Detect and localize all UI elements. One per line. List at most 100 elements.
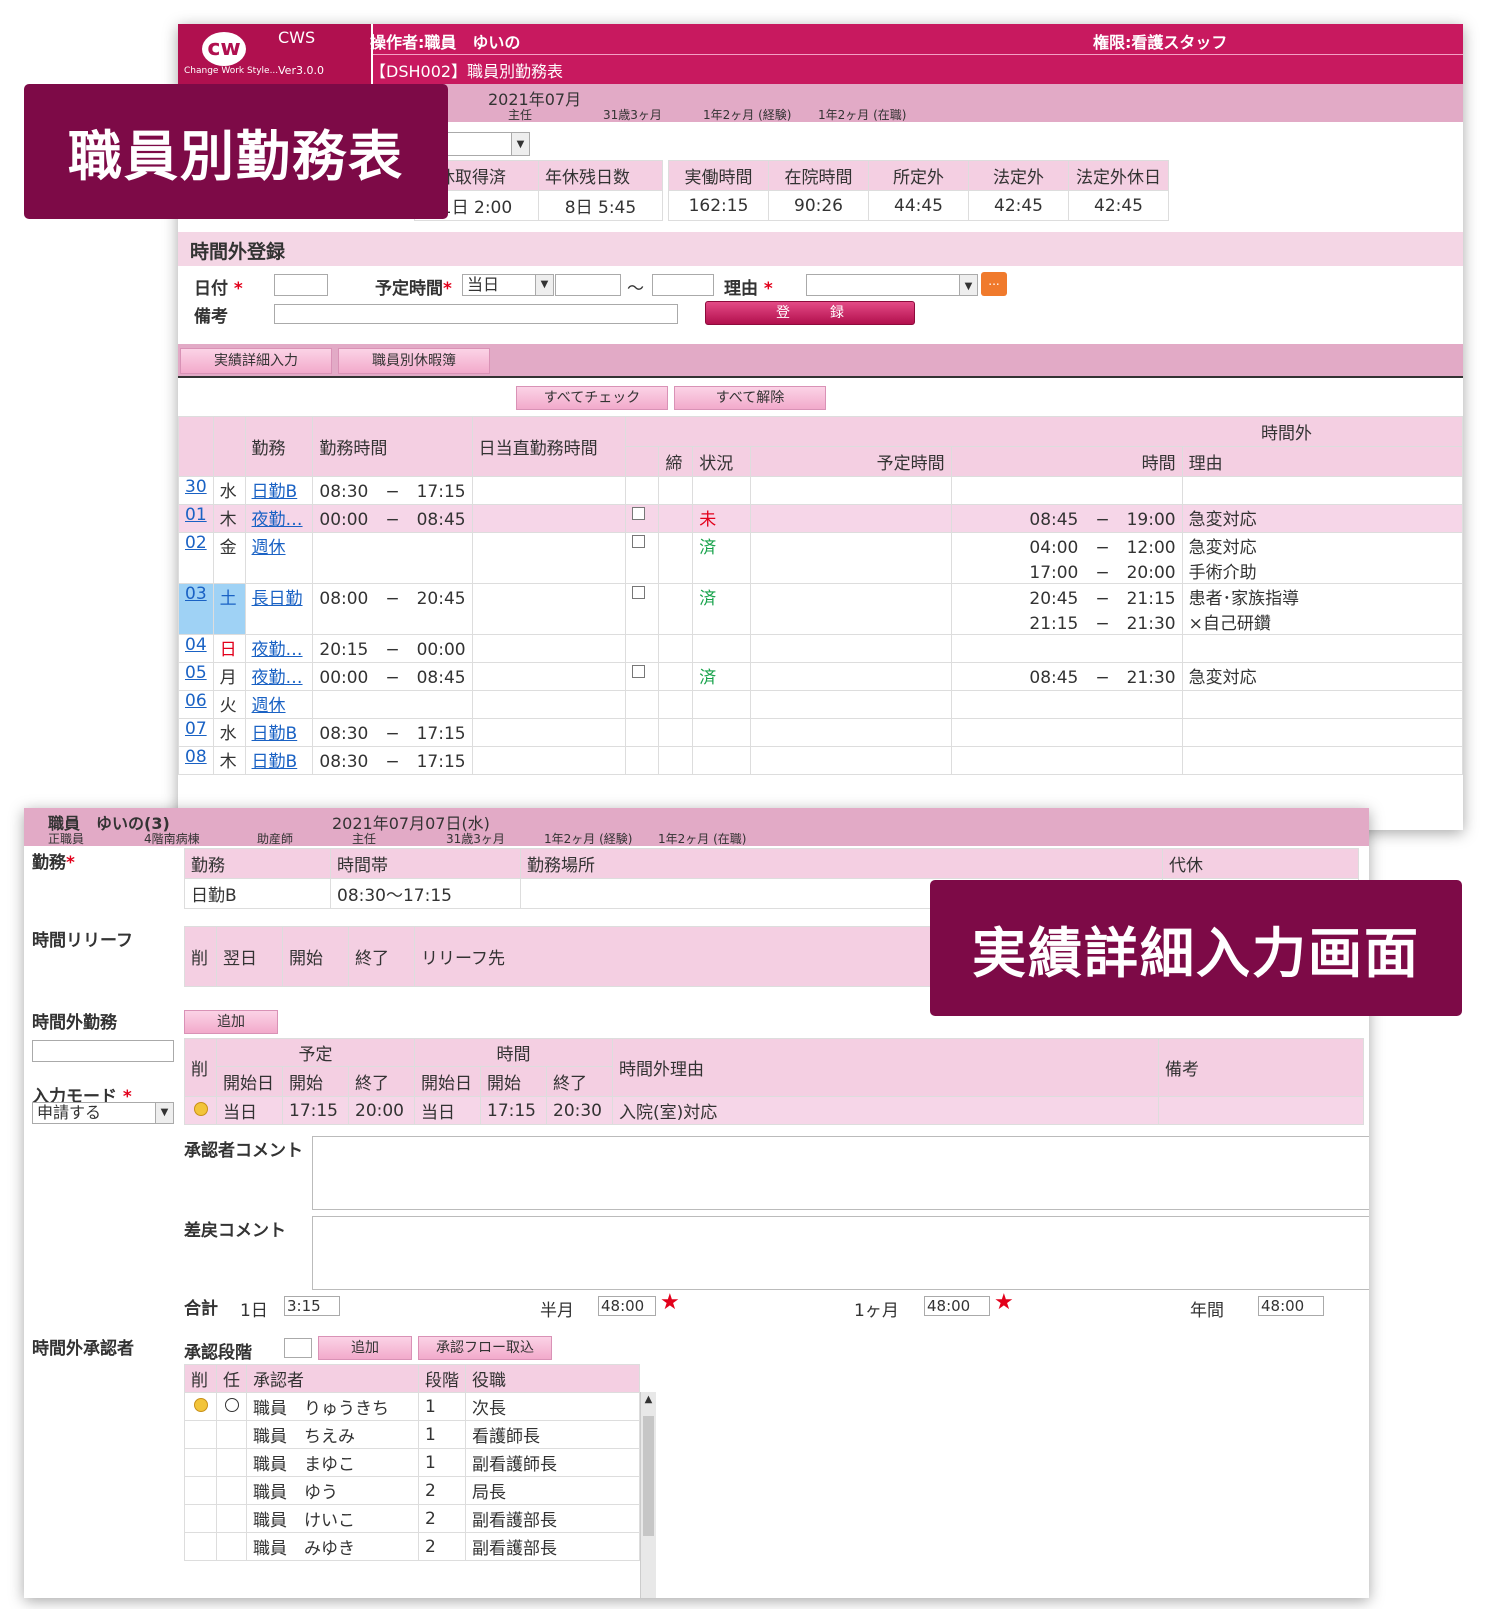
table-row[interactable]: 職員 りゅうきち 1 次長 [184,1392,640,1421]
approver-stage: 2 [418,1532,466,1561]
row-checkbox[interactable] [631,665,645,678]
scroll-thumb[interactable] [643,1416,654,1536]
stat-value: 90:26 [768,190,869,221]
date-link[interactable]: 02 [185,533,207,553]
return-comment-input[interactable] [312,1216,1369,1290]
shift-time: 08:30 − 17:15 [312,746,473,775]
more-options-button[interactable]: ... [981,272,1007,296]
add-overtime-button[interactable]: 追加 [184,1010,278,1034]
col-next-day: 翌日 [216,926,283,987]
date-link[interactable]: 01 [185,505,207,525]
total-year-input[interactable]: 48:00 [1258,1296,1324,1316]
tab-leave-book[interactable]: 職員別休暇簿 [338,348,490,374]
overtime-reason [1181,690,1463,719]
approver-title: 副看護部長 [465,1504,640,1533]
table-row[interactable]: 30 水日勤B 08:30 − 17:15 [178,476,1463,505]
ot-work-input[interactable] [32,1040,174,1062]
table-row[interactable]: 06 火週休 [178,690,1463,719]
shift-link[interactable]: 夜勤… [252,510,303,530]
table-row[interactable]: 02 金週休 済 04:00 − 12:00 17:00 − 20:00 急変対応 手術介助 [178,532,1463,584]
note-input[interactable] [274,304,678,324]
table-row[interactable]: 職員 みゆき 2 副看護部長 [184,1532,640,1561]
date-input[interactable] [274,274,328,296]
overtime-time [950,718,1183,747]
total-day-input[interactable]: 3:15 [284,1296,340,1316]
approver-title: 副看護部長 [465,1532,640,1561]
table-row[interactable]: 職員 まゆこ 1 副看護師長 [184,1448,640,1477]
import-flow-button[interactable]: 承認フロー取込 [418,1336,552,1360]
register-button[interactable]: 登録 [705,301,915,325]
weekday: 水 [212,718,246,747]
table-row[interactable]: 03 土長日勤 08:00 − 20:45 済 20:45 − 21:15 21:15 −… [178,583,1463,635]
shift-link[interactable]: 夜勤… [252,668,303,688]
planned-time-label: 予定時間* [375,279,452,299]
check-all-button[interactable]: すべてチェック [516,386,668,410]
table-row[interactable]: 07 水日勤B 08:30 − 17:15 [178,718,1463,747]
role-label: 権限:看護スタッフ [1093,33,1228,52]
staff-select[interactable]: ▼ [436,132,530,156]
approver-name: 職員 けいこ [246,1504,419,1533]
shift-link[interactable]: 長日勤 [252,589,303,609]
total-month-input[interactable]: 48:00 [924,1296,990,1316]
weekday: 木 [212,746,246,775]
shift-link[interactable]: 週休 [252,696,286,716]
table-row[interactable]: 04 日夜勤… 20:15 − 00:00 [178,634,1463,663]
table-row[interactable]: 当日 17:15 20:00 当日 17:15 20:30 入院(室)対応 [184,1096,1364,1125]
weekday: 火 [212,690,246,719]
app-version: Ver3.0.0 [278,64,324,77]
row-checkbox[interactable] [631,507,645,520]
table-row[interactable]: 05 月夜勤… 00:00 − 08:45 済 08:45 − 21:30 急変対応 [178,662,1463,691]
sub-info: 1年2ヶ月 (経験) [703,108,792,122]
status-badge [692,476,751,505]
add-approver-button[interactable]: 追加 [318,1336,412,1360]
uncheck-all-button[interactable]: すべて解除 [674,386,826,410]
approver-comment-input[interactable] [312,1136,1369,1210]
date-link[interactable]: 05 [185,663,207,683]
approval-stage-input[interactable] [284,1338,312,1358]
row-checkbox[interactable] [631,586,645,599]
reason-select[interactable]: ▼ [806,274,978,296]
table-row[interactable]: 職員 ちえみ 1 看護師長 [184,1420,640,1449]
approver-scrollbar[interactable]: ▲ [640,1392,656,1598]
delete-icon[interactable] [193,1101,208,1116]
kinmu-value: 日勤B [184,878,331,909]
planned-day-select[interactable]: 当日 ▼ [462,274,554,296]
col-note: 備考 [1158,1038,1364,1097]
sub-info: 4階南病棟 [144,832,200,846]
overtime-registration-header: 時間外登録 [178,232,1463,266]
shift-link[interactable]: 日勤B [252,724,298,744]
shift-time: 08:00 − 20:45 [312,583,473,635]
table-row[interactable]: 職員 けいこ 2 副看護部長 [184,1504,640,1533]
status-badge: 済 [692,583,751,635]
shift-link[interactable]: 週休 [252,538,286,558]
input-mode-select[interactable]: 申請する ▼ [32,1102,174,1124]
total-day-label: 1日 [240,1301,268,1321]
shift-link[interactable]: 日勤B [252,482,298,502]
relief-label: 時間リリーフ [32,931,133,951]
start-time-input[interactable] [555,274,621,296]
shift-link[interactable]: 夜勤… [252,640,303,660]
delete-icon[interactable] [193,1397,208,1412]
cws-logo-icon: cw [202,32,246,66]
table-row[interactable]: 08 木日勤B 08:30 − 17:15 [178,746,1463,775]
tab-detail-input[interactable]: 実績詳細入力 [180,348,332,374]
table-row[interactable]: 01 木夜勤… 00:00 − 08:45 未 08:45 − 19:00 急変対応 [178,504,1463,533]
row-checkbox[interactable] [631,535,645,548]
overtime-time: 20:45 − 21:15 21:15 − 21:30 [950,583,1183,635]
date-link[interactable]: 06 [185,691,207,711]
sub-info: 1年2ヶ月 (経験) [544,832,633,846]
table-row[interactable]: 職員 ゆう 2 局長 [184,1476,640,1505]
approver-name: 職員 ゆう [246,1476,419,1505]
total-half-month-input[interactable]: 48:00 [598,1296,656,1316]
approver-name: 職員 みゆき [246,1532,419,1561]
end-time-input[interactable] [652,274,714,296]
cell: 20:00 [348,1096,415,1125]
date-link[interactable]: 08 [185,747,207,767]
shift-link[interactable]: 日勤B [252,752,298,772]
date-link[interactable]: 30 [185,477,207,497]
cell: 当日 [414,1096,481,1125]
date-link[interactable]: 07 [185,719,207,739]
date-link[interactable]: 03 [185,584,207,604]
date-link[interactable]: 04 [185,635,207,655]
screen-title: 【DSH002】職員別勤務表 [370,62,564,81]
